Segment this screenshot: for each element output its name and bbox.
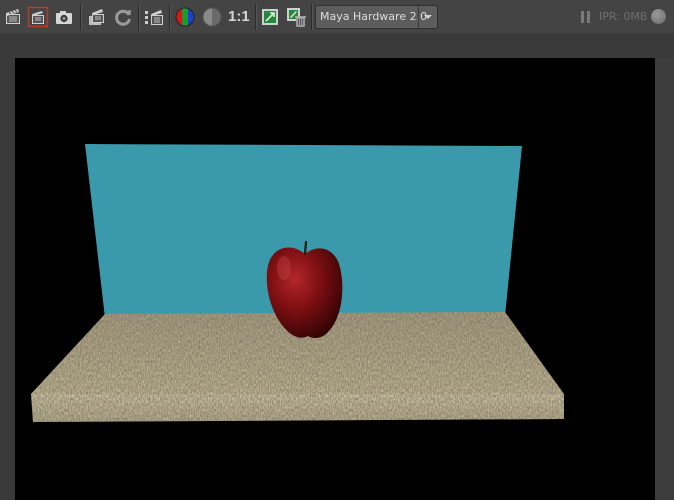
ipr-memory-label: IPR: 0MB (599, 10, 648, 23)
toolbar-separator (169, 4, 171, 30)
renderer-dropdown[interactable]: Maya Hardware 2.0 (315, 5, 438, 29)
render-region-button[interactable] (27, 6, 49, 28)
renderer-dropdown-arrow[interactable] (418, 6, 437, 28)
render-view-scrollbar[interactable] (655, 58, 674, 500)
real-size-button[interactable]: 1:1 (228, 6, 250, 28)
remove-image-button[interactable] (285, 6, 307, 28)
remove-image-icon (287, 8, 306, 27)
snapshot-button[interactable] (53, 6, 75, 28)
redo-previous-render-button[interactable] (2, 6, 24, 28)
alpha-sphere-icon (202, 7, 222, 27)
ipr-status-indicator (651, 9, 666, 24)
chevron-down-icon (424, 15, 432, 19)
keep-image-button[interactable] (259, 6, 281, 28)
alpha-channel-button[interactable] (201, 6, 223, 28)
toolbar-separator (311, 4, 313, 30)
rgb-channels-button[interactable] (174, 6, 196, 28)
pause-ipr-button[interactable] (581, 11, 591, 23)
ipr-render-button[interactable] (143, 6, 165, 28)
clapper-ipr-icon (145, 10, 163, 25)
render-image (15, 58, 655, 500)
refresh-icon (115, 9, 131, 26)
keep-image-icon (262, 9, 278, 25)
toolbar-separator (138, 4, 140, 30)
clapper-icon (6, 9, 20, 24)
toolbar-separator (255, 4, 257, 30)
clapper-stack-icon (89, 9, 104, 25)
renderer-dropdown-value: Maya Hardware 2.0 (320, 10, 428, 23)
pause-icon (581, 11, 584, 23)
rgb-sphere-icon (175, 7, 195, 27)
render-view-toolbar: 1:1 Maya Hardware 2.0 IPR: 0MB (0, 0, 674, 33)
toolbar-separator (80, 4, 82, 30)
clapper-region-icon (27, 6, 49, 28)
camera-icon (56, 11, 72, 24)
rendered-scene (31, 144, 564, 422)
refresh-render-button[interactable] (112, 6, 134, 28)
render-sequence-button[interactable] (86, 6, 108, 28)
